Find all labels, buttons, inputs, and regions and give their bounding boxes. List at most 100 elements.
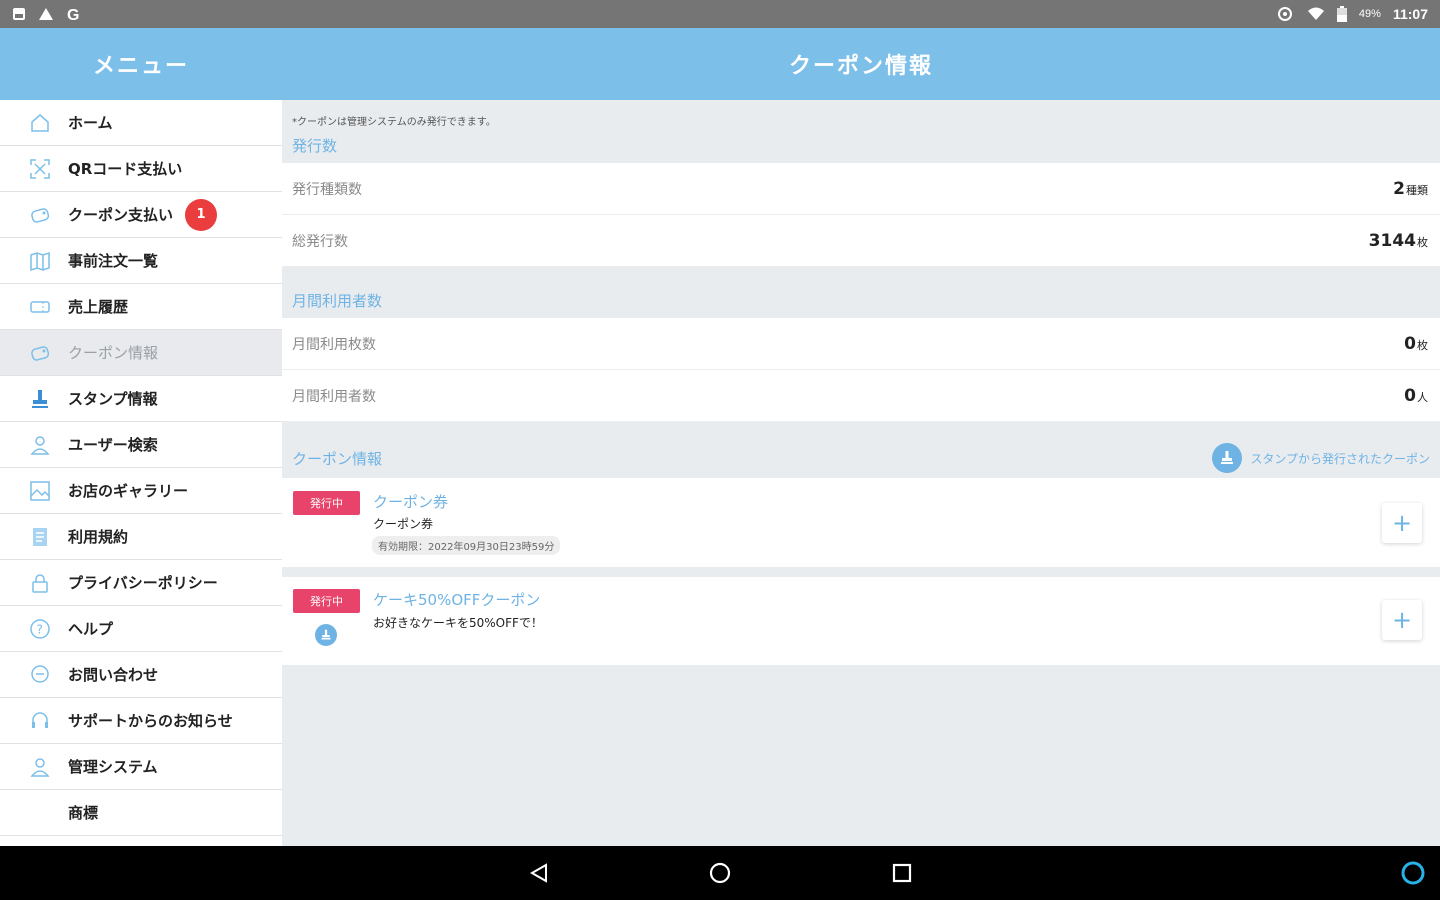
issue-note: *クーポンは管理システムのみ発行できます。 — [292, 117, 496, 128]
section-title: 月間利用者数 — [292, 292, 383, 310]
app-header: メニュー クーポン情報 — [0, 28, 1440, 100]
stat-row: 発行種類数 2種類 — [282, 163, 1440, 215]
ticket-icon — [28, 295, 52, 319]
sidebar-item-coupon-info[interactable]: クーポン情報 — [0, 330, 282, 376]
page-title: クーポン情報 — [788, 54, 933, 79]
coupon-subtitle: お好きなケーキを50%OFFで！ — [373, 616, 543, 630]
sidebar-menu: ホーム QRコード支払い クーポン支払い 1 事前注文一覧 売上履歴 クーポン情… — [0, 100, 282, 846]
notification-badge: 1 — [185, 198, 218, 231]
sidebar-item-label: ホーム — [68, 114, 113, 132]
data-saver-icon — [1275, 6, 1295, 22]
status-badge: 発行中 — [293, 589, 360, 613]
wifi-icon — [1307, 7, 1325, 21]
section-coupon-header: クーポン情報 スタンプから発行されたクーポン — [282, 438, 1440, 478]
coupon-icon — [28, 203, 52, 227]
sidebar-item-stamp-info[interactable]: スタンプ情報 — [0, 376, 282, 422]
headset-icon — [28, 709, 52, 733]
stat-label: 月間利用者数 — [292, 388, 376, 405]
stat-row: 月間利用者数 0人 — [282, 370, 1440, 422]
stamp-coupon-link-label: スタンプから発行されたクーポン — [1250, 451, 1430, 466]
qr-scan-icon — [28, 157, 52, 181]
stat-row: 総発行数 3144枚 — [282, 215, 1440, 267]
home-icon — [28, 111, 52, 135]
sidebar-item-label: 管理システム — [68, 758, 158, 776]
sidebar-item-terms[interactable]: 利用規約 — [0, 514, 282, 560]
sidebar-item-support-news[interactable]: サポートからのお知らせ — [0, 698, 282, 744]
status-badge: 発行中 — [293, 491, 360, 515]
back-icon[interactable] — [524, 858, 554, 888]
section-title: 発行数 — [292, 137, 338, 155]
coupon-card[interactable]: 発行中 クーポン券 クーポン券 有効期限：2022年09月30日23時59分 + — [282, 478, 1440, 567]
sidebar-item-label: お店のギャラリー — [68, 482, 189, 500]
sidebar-item-coupon-payment[interactable]: クーポン支払い 1 — [0, 192, 282, 238]
stat-row: 月間利用枚数 0枚 — [282, 318, 1440, 370]
sidebar-item-label: QRコード支払い — [68, 160, 183, 178]
coupon-info-icon — [28, 341, 52, 365]
stamp-icon — [28, 387, 52, 411]
svg-text:?: ? — [37, 622, 43, 636]
user-search-icon — [28, 433, 52, 457]
sidebar-item-label: サポートからのお知らせ — [68, 712, 233, 730]
sidebar-item-label: 利用規約 — [68, 528, 129, 546]
sidebar-item-label: プライバシーポリシー — [68, 574, 218, 592]
sidebar-item-label: ユーザー検索 — [68, 436, 158, 454]
sidebar-item-preorders[interactable]: 事前注文一覧 — [0, 238, 282, 284]
blank-icon — [28, 801, 52, 825]
stat-value: 3144枚 — [1368, 230, 1428, 251]
battery-icon — [1336, 6, 1347, 22]
sidebar-item-label: お問い合わせ — [68, 666, 159, 684]
add-coupon-button[interactable]: + — [1382, 503, 1422, 543]
sidebar-item-label: クーポン情報 — [68, 344, 159, 362]
sidebar-item-label: 事前注文一覧 — [68, 252, 159, 270]
coupon-period: 有効期限：2022年09月30日23時59分 — [372, 536, 561, 555]
assistant-icon[interactable] — [1398, 858, 1428, 888]
notification-image-icon — [12, 7, 26, 21]
stat-label: 総発行数 — [292, 233, 348, 250]
sidebar-item-privacy[interactable]: プライバシーポリシー — [0, 560, 282, 606]
stat-value: 2種類 — [1393, 178, 1428, 199]
menu-title: メニュー — [92, 54, 189, 79]
sidebar-item-label: 商標 — [68, 804, 99, 822]
stamp-coupon-link[interactable]: スタンプから発行されたクーポン — [1212, 443, 1430, 473]
section-monthly-header: 月間利用者数 — [282, 283, 1440, 318]
sidebar-item-contact[interactable]: お問い合わせ — [0, 652, 282, 698]
chat-icon — [28, 663, 52, 687]
warning-icon — [38, 7, 54, 21]
sidebar-item-home[interactable]: ホーム — [0, 100, 282, 146]
recents-icon[interactable] — [887, 858, 917, 888]
sidebar-item-label: スタンプ情報 — [68, 390, 158, 408]
coupon-title[interactable]: クーポン券 — [373, 491, 448, 512]
document-icon — [28, 525, 52, 549]
status-bar: G 49% 11:07 — [0, 0, 1440, 28]
sidebar-item-help[interactable]: ? ヘルプ — [0, 606, 282, 652]
stat-value: 0枚 — [1404, 333, 1428, 354]
coupon-title[interactable]: ケーキ50%OFFクーポン — [373, 589, 540, 610]
main-content: *クーポンは管理システムのみ発行できます。 発行数 発行種類数 2種類 総発行数… — [282, 100, 1440, 846]
navigation-bar — [0, 846, 1440, 900]
section-title: クーポン情報 — [292, 449, 383, 468]
svg-text:G: G — [67, 7, 79, 22]
sidebar-item-sales-history[interactable]: 売上履歴 — [0, 284, 282, 330]
help-icon: ? — [28, 617, 52, 641]
clock: 11:07 — [1392, 6, 1428, 22]
sidebar-item-user-search[interactable]: ユーザー検索 — [0, 422, 282, 468]
stat-value: 0人 — [1404, 385, 1428, 406]
sidebar-item-gallery[interactable]: お店のギャラリー — [0, 468, 282, 514]
sidebar-item-trademark[interactable]: 商標 — [0, 790, 282, 836]
home-button-icon[interactable] — [705, 858, 735, 888]
map-icon — [28, 249, 52, 273]
coupon-card[interactable]: 発行中 ケーキ50%OFFクーポン お好きなケーキを50%OFFで！ + — [282, 577, 1440, 665]
stat-label: 発行種類数 — [292, 181, 362, 198]
admin-icon — [28, 755, 52, 779]
battery-percent: 49% — [1358, 8, 1381, 20]
stamp-icon — [1212, 443, 1243, 473]
section-issued-header: 発行数 — [282, 128, 1440, 163]
sidebar-item-label: クーポン支払い — [68, 206, 174, 224]
lock-icon — [28, 571, 52, 595]
sidebar-item-admin-system[interactable]: 管理システム — [0, 744, 282, 790]
stat-label: 月間利用枚数 — [292, 336, 376, 353]
add-coupon-button[interactable]: + — [1382, 600, 1422, 640]
google-icon: G — [66, 6, 82, 22]
sidebar-item-qr-payment[interactable]: QRコード支払い — [0, 146, 282, 192]
coupon-subtitle: クーポン券 — [373, 517, 434, 531]
